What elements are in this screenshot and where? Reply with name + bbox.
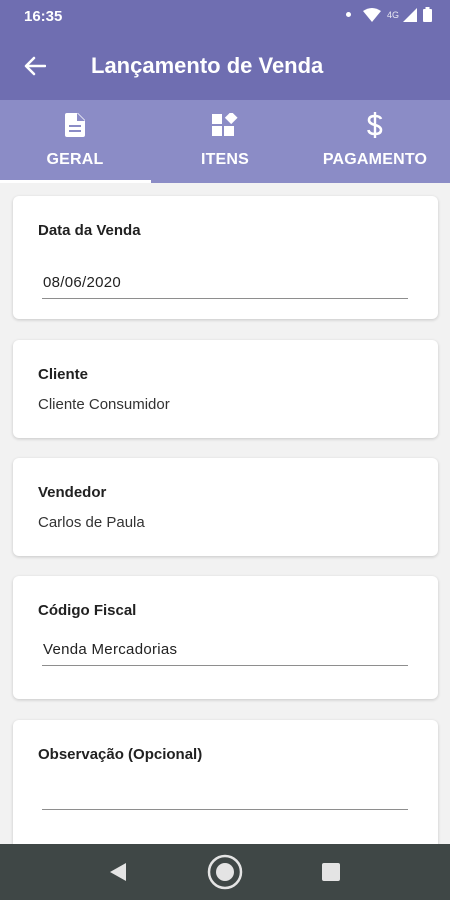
page-title: Lançamento de Venda [91,53,324,78]
document-icon [65,112,85,138]
observacao-input[interactable] [42,780,408,810]
system-nav-bar [0,844,450,900]
cliente-value: Cliente Consumidor [38,396,170,413]
tab-label: PAGAMENTO [322,151,428,168]
tab-label: ITENS [200,151,250,168]
field-label: Código Fiscal [38,602,137,619]
card-data-venda: Data da Venda 08/06/2020 [13,196,438,319]
status-icons: 4G [345,7,432,22]
arrow-back-icon [24,56,46,76]
recents-square-icon [322,863,340,881]
input-value: Venda Mercadorias [43,641,178,658]
status-bar: 16:35 4G [0,0,450,33]
wifi-icon [362,7,381,22]
card-codigo-fiscal: Código Fiscal Venda Mercadorias [13,576,438,699]
card-observacao: Observação (Opcional) [13,720,438,844]
status-time: 16:35 [24,8,63,25]
form-content[interactable]: Data da Venda 08/06/2020 Cliente Cliente… [0,183,450,844]
dollar-icon [367,112,383,138]
home-circle-icon [207,854,243,890]
tab-label: GERAL [46,151,104,168]
field-label: Vendedor [38,484,107,501]
signal-icon [403,7,417,22]
tab-itens[interactable]: ITENS [150,100,300,183]
field-label: Data da Venda [38,222,141,239]
nav-back-button[interactable] [88,844,148,900]
widgets-icon [212,112,238,138]
field-label: Cliente [38,366,89,383]
card-vendedor[interactable]: Vendedor Carlos de Paula [13,458,438,556]
nav-recents-button[interactable] [301,844,361,900]
tab-bar: GERAL ITENS PAGAMENTO [0,100,450,183]
tab-pagamento[interactable]: PAGAMENTO [300,100,450,183]
tab-geral[interactable]: GERAL [0,100,151,183]
back-triangle-icon [110,863,126,881]
vendedor-value: Carlos de Paula [38,514,145,531]
data-venda-input[interactable]: 08/06/2020 [42,269,408,299]
back-button[interactable] [20,53,50,79]
field-label: Observação (Opcional) [38,746,203,763]
app-bar: Lançamento de Venda [0,33,450,100]
codigo-fiscal-input[interactable]: Venda Mercadorias [42,636,408,666]
card-cliente[interactable]: Cliente Cliente Consumidor [13,340,438,438]
nav-home-button[interactable] [195,844,255,900]
battery-icon [423,7,432,22]
input-value: 08/06/2020 [43,274,122,291]
network-type: 4G [386,9,399,20]
notification-dot-icon [345,12,351,17]
